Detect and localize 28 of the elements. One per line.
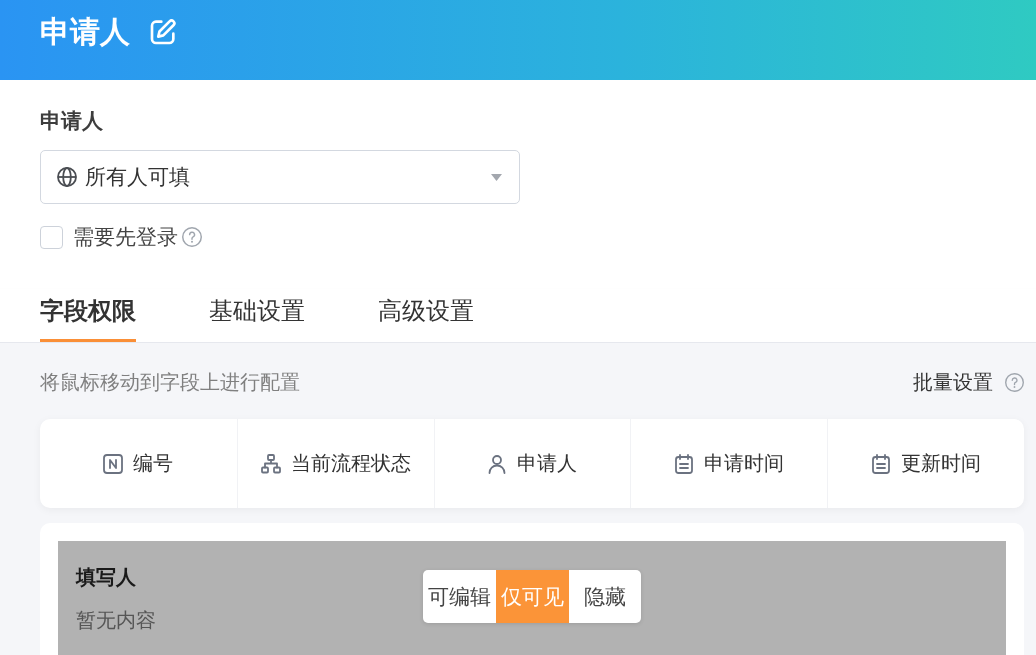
hint-text: 将鼠标移动到字段上进行配置 <box>40 369 301 395</box>
page-title: 申请人 <box>40 14 130 50</box>
field-item[interactable]: 当前流程状态 <box>236 419 434 508</box>
field-item[interactable]: 编号 <box>40 419 237 508</box>
edit-icon[interactable] <box>150 19 176 45</box>
permission-option[interactable]: 可编辑 <box>423 570 496 623</box>
field-item[interactable]: 申请人 <box>433 419 631 508</box>
tab[interactable]: 高级设置 <box>378 289 474 342</box>
field-item[interactable]: 更新时间 <box>827 419 1024 508</box>
field-item[interactable]: 申请时间 <box>630 419 828 508</box>
permission-option[interactable]: 隐藏 <box>569 570 641 623</box>
field-title: 填写人 <box>76 566 136 588</box>
help-icon <box>182 227 202 247</box>
checkbox[interactable] <box>40 225 63 249</box>
field-label: 申请人 <box>40 108 104 134</box>
tab[interactable]: 基础设置 <box>209 289 305 342</box>
hierarchy-icon <box>260 453 281 474</box>
n-square-icon <box>103 453 124 474</box>
caret-icon <box>491 173 502 181</box>
empty-text: 暂无内容 <box>76 609 156 631</box>
calendar-icon <box>674 453 695 474</box>
batch-settings-link[interactable]: 批量设置 <box>913 368 993 396</box>
globe-icon <box>57 167 77 187</box>
help-icon <box>1005 372 1024 392</box>
calendar-icon <box>871 453 892 474</box>
checkbox-label: 需要先登录 <box>73 225 178 249</box>
person-icon <box>487 453 508 474</box>
dropdown-field[interactable]: 所有人可填 <box>40 150 520 204</box>
